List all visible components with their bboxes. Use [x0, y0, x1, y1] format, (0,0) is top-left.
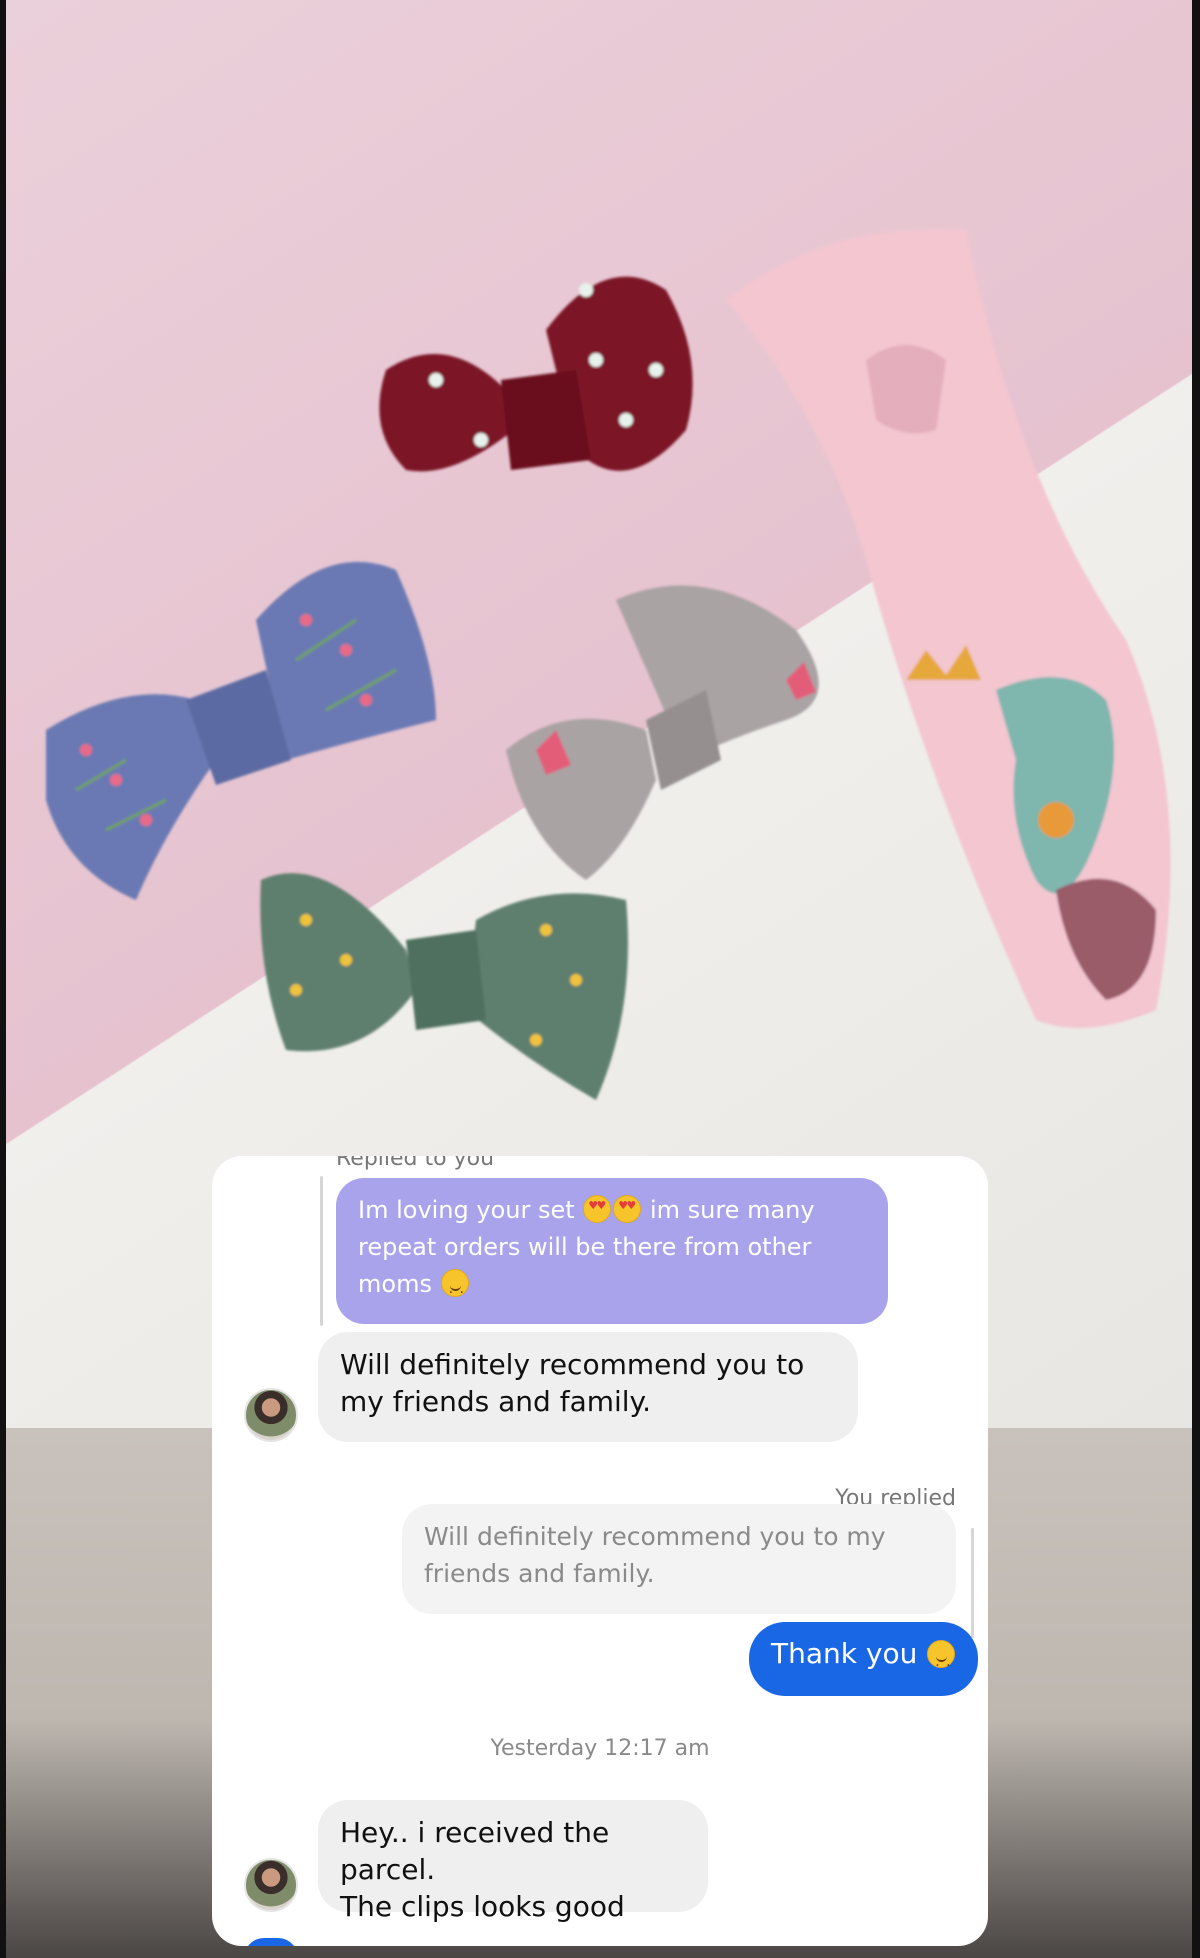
reply-indicator-bar-right [971, 1528, 974, 1638]
incoming-message-2-line-1: Hey.. i received the parcel. [340, 1816, 610, 1886]
blush-emoji-icon [927, 1640, 956, 1682]
sender-avatar[interactable] [244, 1858, 298, 1912]
heart-eyes-emoji-icon [583, 1195, 612, 1223]
quoted-message-text: Im loving your set [358, 1196, 575, 1224]
green-bow [260, 873, 628, 1100]
incoming-message-text: Will definitely recommend you to my frie… [340, 1348, 805, 1418]
next-message-partial [244, 1938, 298, 1946]
chat-screenshot-card: Replied to you Im loving your set im sur… [212, 1156, 988, 1946]
quoted-message-bubble[interactable]: Im loving your set im sure many repeat o… [336, 1178, 888, 1324]
replied-to-you-caption: Replied to you [336, 1156, 495, 1171]
incoming-message-bubble[interactable]: Will definitely recommend you to my frie… [318, 1332, 858, 1442]
sender-avatar[interactable] [244, 1388, 298, 1442]
smiling-emoji-icon [440, 1269, 469, 1308]
heart-eyes-emoji-icon [613, 1195, 642, 1223]
quoted-reply-text: Will definitely recommend you to my frie… [424, 1522, 886, 1588]
reply-indicator-bar [320, 1176, 323, 1326]
right-border [1192, 0, 1200, 1958]
message-timestamp: Yesterday 12:17 am [490, 1736, 710, 1761]
blue-bow [46, 561, 436, 900]
outgoing-message-bubble[interactable]: Thank you [749, 1622, 979, 1696]
left-border [0, 0, 6, 1958]
grey-bow [506, 585, 819, 880]
quoted-reply-bubble[interactable]: Will definitely recommend you to my frie… [402, 1504, 956, 1614]
incoming-message-bubble-2[interactable]: Hey.. i received the parcel. The clips l… [318, 1800, 708, 1923]
outgoing-message-text: Thank you [771, 1637, 918, 1670]
maroon-bow [379, 276, 693, 472]
incoming-message-2-line-2: The clips looks good [340, 1890, 625, 1923]
